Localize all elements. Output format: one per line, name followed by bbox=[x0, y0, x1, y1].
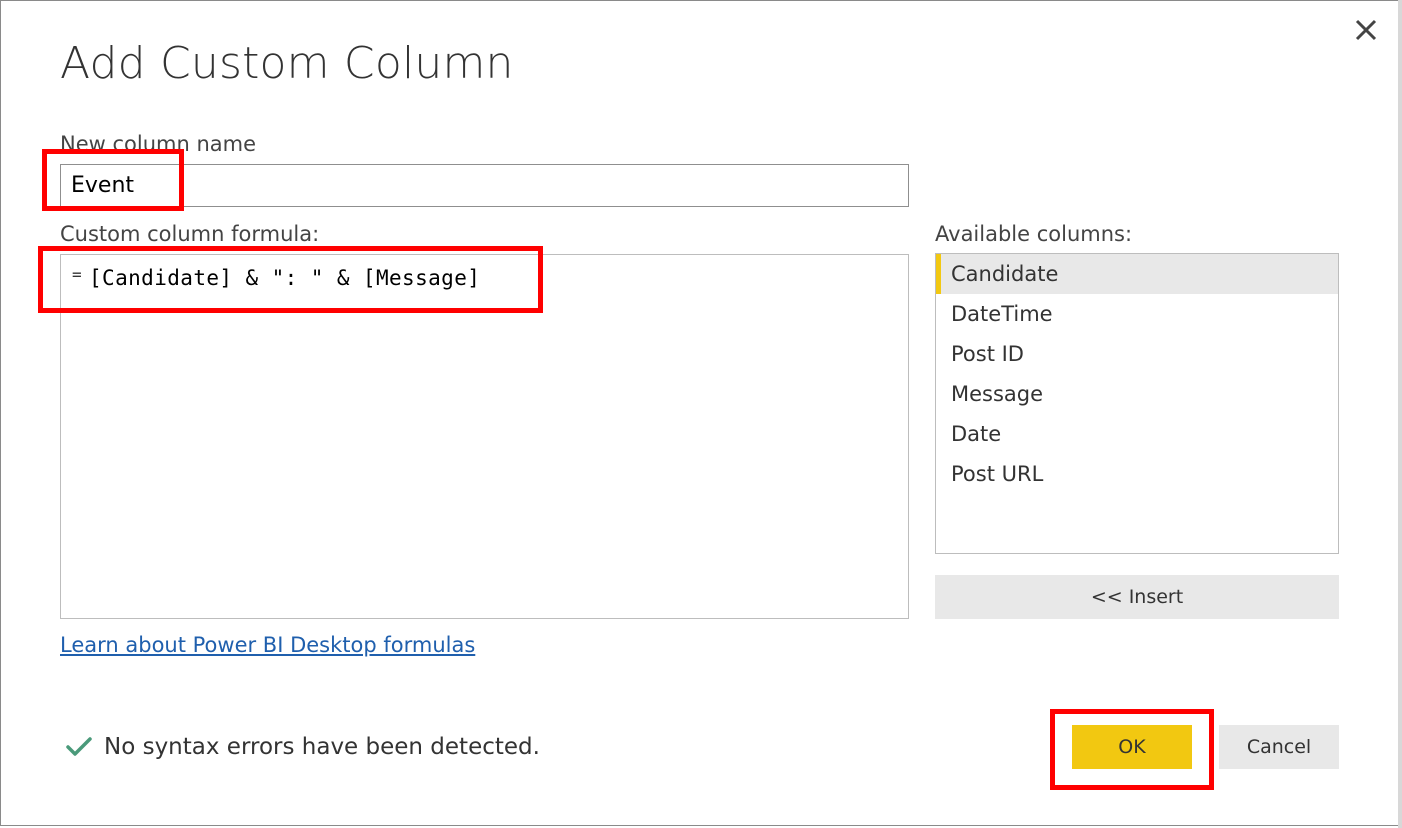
syntax-status: No syntax errors have been detected. bbox=[66, 734, 540, 760]
dialog-title: Add Custom Column bbox=[60, 38, 514, 89]
available-columns-label: Available columns: bbox=[935, 222, 1133, 246]
column-item-message[interactable]: Message bbox=[936, 374, 1338, 414]
insert-button[interactable]: << Insert bbox=[935, 575, 1339, 619]
column-item-post-url[interactable]: Post URL bbox=[936, 454, 1338, 494]
available-columns-list[interactable]: Candidate DateTime Post ID Message Date … bbox=[935, 253, 1339, 554]
column-item-date[interactable]: Date bbox=[936, 414, 1338, 454]
formula-text: [Candidate] & ": " & [Message] bbox=[89, 266, 481, 290]
cancel-button[interactable]: Cancel bbox=[1219, 725, 1339, 769]
custom-formula-editor[interactable]: = [Candidate] & ": " & [Message] bbox=[60, 254, 909, 619]
new-column-name-value: Event bbox=[71, 173, 135, 198]
syntax-status-text: No syntax errors have been detected. bbox=[104, 734, 540, 760]
checkmark-icon bbox=[66, 737, 92, 756]
ok-button[interactable]: OK bbox=[1072, 725, 1192, 769]
column-item-post-id[interactable]: Post ID bbox=[936, 334, 1338, 374]
column-item-candidate[interactable]: Candidate bbox=[936, 254, 1338, 294]
background-window-edge bbox=[1398, 0, 1402, 828]
column-item-datetime[interactable]: DateTime bbox=[936, 294, 1338, 334]
custom-formula-label: Custom column formula: bbox=[60, 222, 320, 246]
learn-formulas-link[interactable]: Learn about Power BI Desktop formulas bbox=[60, 633, 475, 657]
new-column-name-input[interactable]: Event bbox=[60, 164, 909, 207]
formula-equals-sign: = bbox=[72, 265, 82, 284]
new-column-name-label: New column name bbox=[60, 132, 257, 156]
close-icon bbox=[1355, 19, 1377, 41]
close-button[interactable] bbox=[1350, 14, 1382, 46]
